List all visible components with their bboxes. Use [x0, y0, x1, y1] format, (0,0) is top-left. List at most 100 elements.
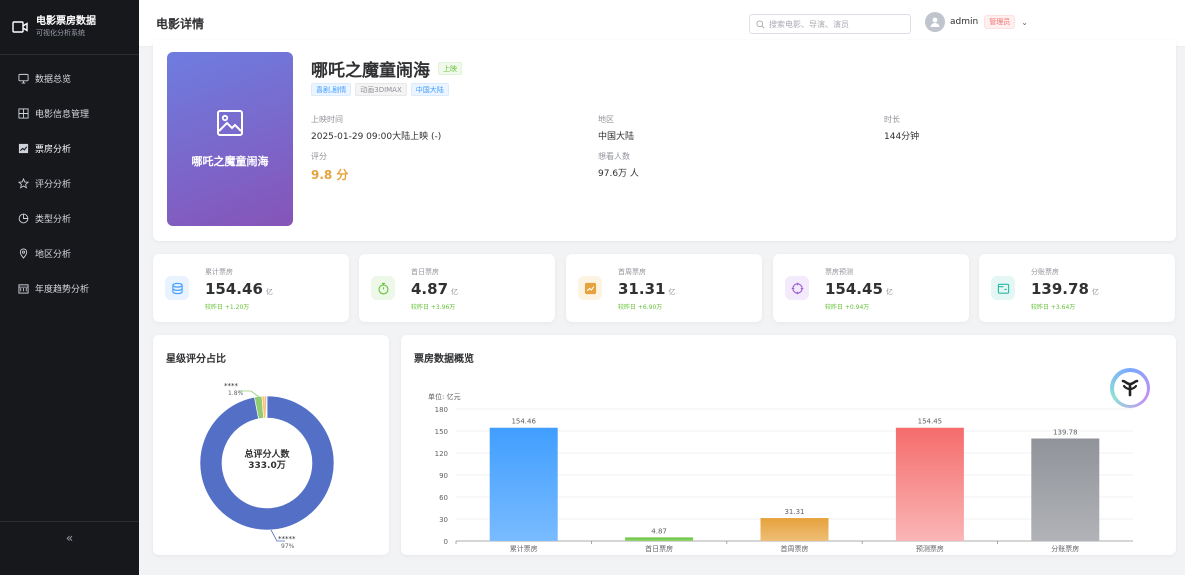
rating-distribution-card: 星级评分占比 **** 1.8% ***** 97% 总评分人数 333.0万 — [153, 335, 389, 555]
slice-label-name: **** — [224, 382, 239, 390]
stopwatch-icon — [371, 276, 395, 300]
sidebar-item-annual-trend[interactable]: 年度趋势分析 — [0, 271, 139, 306]
sidebar-item-region[interactable]: 地区分析 — [0, 236, 139, 271]
location-icon — [17, 248, 29, 260]
bar-value-label: 139.78 — [1053, 428, 1078, 436]
duration-label: 时长 — [884, 115, 900, 124]
viewers-label: 想看人数 — [598, 152, 630, 161]
slice-label-percent: 97% — [281, 543, 295, 550]
box-office-overview-card: 票房数据概览 单位: 亿元 0 30 60 90 120 150 180 154.46 累计票… — [401, 335, 1176, 555]
rating-donut-chart: ****1.8% *****97% 总评分人数 333.0万 — [199, 382, 335, 550]
bar[interactable] — [489, 427, 558, 541]
bar-value-label: 31.31 — [784, 508, 804, 516]
bar-value-label: 154.45 — [918, 418, 943, 426]
stat-number: 4.87 — [411, 280, 449, 298]
stat-number: 154.45 — [825, 280, 883, 298]
grid-icon — [17, 108, 29, 120]
donut-slice[interactable] — [265, 395, 268, 419]
bar[interactable] — [760, 518, 829, 541]
stat-value: 154.46 亿 — [205, 280, 273, 298]
y-tick-label: 150 — [435, 428, 448, 436]
video-camera-icon — [12, 21, 28, 33]
search-input[interactable]: 搜索电影、导演、演员 — [749, 14, 911, 34]
sidebar-item-label: 评分分析 — [35, 180, 72, 190]
sidebar-item-box-office[interactable]: 票房分析 — [0, 131, 139, 166]
sidebar-item-label: 票房分析 — [35, 145, 72, 155]
x-tick-label: 累计票房 — [510, 544, 538, 553]
slice-label-name: ***** — [278, 535, 296, 543]
stat-unit: 亿 — [451, 288, 459, 296]
stat-card-total: 累计票房 154.46 亿 较昨日 +1.20万 — [153, 254, 349, 322]
avatar[interactable] — [925, 12, 945, 32]
stat-unit: 亿 — [265, 288, 273, 296]
brand-subtitle: 可视化分析系统 — [36, 29, 85, 37]
sidebar-item-overview[interactable]: 数据总览 — [0, 61, 139, 96]
rating-label: 评分 — [311, 152, 327, 161]
sidebar-menu: 数据总览 电影信息管理 票房分析 评分分析 类型分析 地区分析 年度趋势分析 — [0, 61, 139, 306]
sidebar-item-movie-management[interactable]: 电影信息管理 — [0, 96, 139, 131]
brand: 电影票房数据 可视化分析系统 — [0, 0, 139, 55]
monitor-icon — [17, 73, 29, 85]
stat-label: 分账票房 — [1031, 268, 1059, 276]
stat-label: 首周票房 — [618, 268, 646, 276]
stat-change: 较昨日 +3.64万 — [1031, 304, 1076, 311]
stat-unit: 亿 — [885, 288, 893, 296]
bar[interactable] — [625, 537, 694, 541]
sidebar-item-rating[interactable]: 评分分析 — [0, 166, 139, 201]
y-tick-label: 90 — [439, 472, 448, 480]
trend-icon — [578, 276, 602, 300]
stat-unit: 亿 — [668, 288, 676, 296]
y-axis-unit-label: 单位: 亿元 — [428, 392, 461, 401]
sidebar-item-genre[interactable]: 类型分析 — [0, 201, 139, 236]
split-icon — [991, 276, 1015, 300]
sidebar-item-label: 数据总览 — [35, 75, 72, 85]
status-badge: 上映 — [438, 62, 462, 75]
bar[interactable] — [895, 427, 964, 541]
user-menu[interactable]: admin 管理员 ⌄ — [925, 12, 1028, 32]
stat-change: 较昨日 +6.90万 — [618, 304, 663, 311]
page-title: 电影详情 — [156, 16, 205, 31]
sidebar-collapse-button[interactable]: « — [0, 521, 139, 553]
movie-poster: 哪吒之魔童闹海 — [167, 52, 293, 226]
slice-label-percent: 1.8% — [228, 390, 244, 397]
sidebar: 电影票房数据 可视化分析系统 数据总览 电影信息管理 票房分析 评分分析 类型分… — [0, 0, 139, 575]
sidebar-item-label: 地区分析 — [35, 250, 72, 260]
stat-number: 154.46 — [205, 280, 263, 298]
poster-title: 哪吒之魔童闹海 — [191, 155, 269, 168]
box-office-bar-chart: 单位: 亿元 0 30 60 90 120 150 180 154.46 累计票房 4.87 首日… — [428, 392, 1133, 553]
sidebar-item-label: 类型分析 — [35, 215, 72, 225]
tag-genre: 喜剧,剧情 — [311, 83, 352, 96]
x-tick-label: 分账票房 — [1051, 544, 1079, 553]
region-value: 中国大陆 — [598, 132, 635, 142]
region-label: 地区 — [598, 115, 614, 124]
star-icon — [17, 178, 29, 190]
x-tick-label: 首日票房 — [645, 544, 673, 553]
sidebar-item-label: 年度趋势分析 — [35, 285, 90, 295]
stat-number: 31.31 — [618, 280, 666, 298]
chevron-down-icon[interactable]: ⌄ — [1021, 18, 1028, 27]
stat-card-first-week: 首周票房 31.31 亿 较昨日 +6.90万 — [566, 254, 762, 322]
stat-label: 累计票房 — [205, 268, 233, 276]
y-tick-label: 0 — [444, 538, 448, 546]
duration-value: 144分钟 — [884, 132, 920, 142]
movie-info-card: 哪吒之魔童闹海 哪吒之魔童闹海 上映 喜剧,剧情 动画3DIMAX 中国大陆 上… — [153, 40, 1176, 241]
double-chevron-left-icon: « — [65, 530, 74, 545]
stat-unit: 亿 — [1091, 288, 1099, 296]
donut-center-label: 总评分人数 — [244, 448, 290, 460]
image-placeholder-icon — [217, 110, 243, 136]
stat-change: 较昨日 +1.20万 — [205, 304, 250, 311]
role-badge: 管理员 — [984, 15, 1016, 29]
stat-change: 较昨日 +0.94万 — [825, 304, 870, 311]
bar-value-label: 154.46 — [511, 418, 536, 426]
rating-value: 9.8 分 — [311, 168, 349, 182]
x-tick-label: 首周票房 — [781, 544, 809, 553]
donut-center-value: 333.0万 — [248, 460, 285, 471]
release-value: 2025-01-29 09:00大陆上映 (-) — [311, 132, 442, 142]
bar[interactable] — [1031, 438, 1100, 541]
viewers-value: 97.6万 人 — [598, 169, 639, 179]
y-tick-label: 30 — [439, 516, 448, 524]
pie-icon — [17, 213, 29, 225]
y-tick-label: 180 — [435, 406, 448, 414]
sidebar-item-label: 电影信息管理 — [35, 110, 90, 120]
stat-label: 首日票房 — [411, 268, 439, 276]
